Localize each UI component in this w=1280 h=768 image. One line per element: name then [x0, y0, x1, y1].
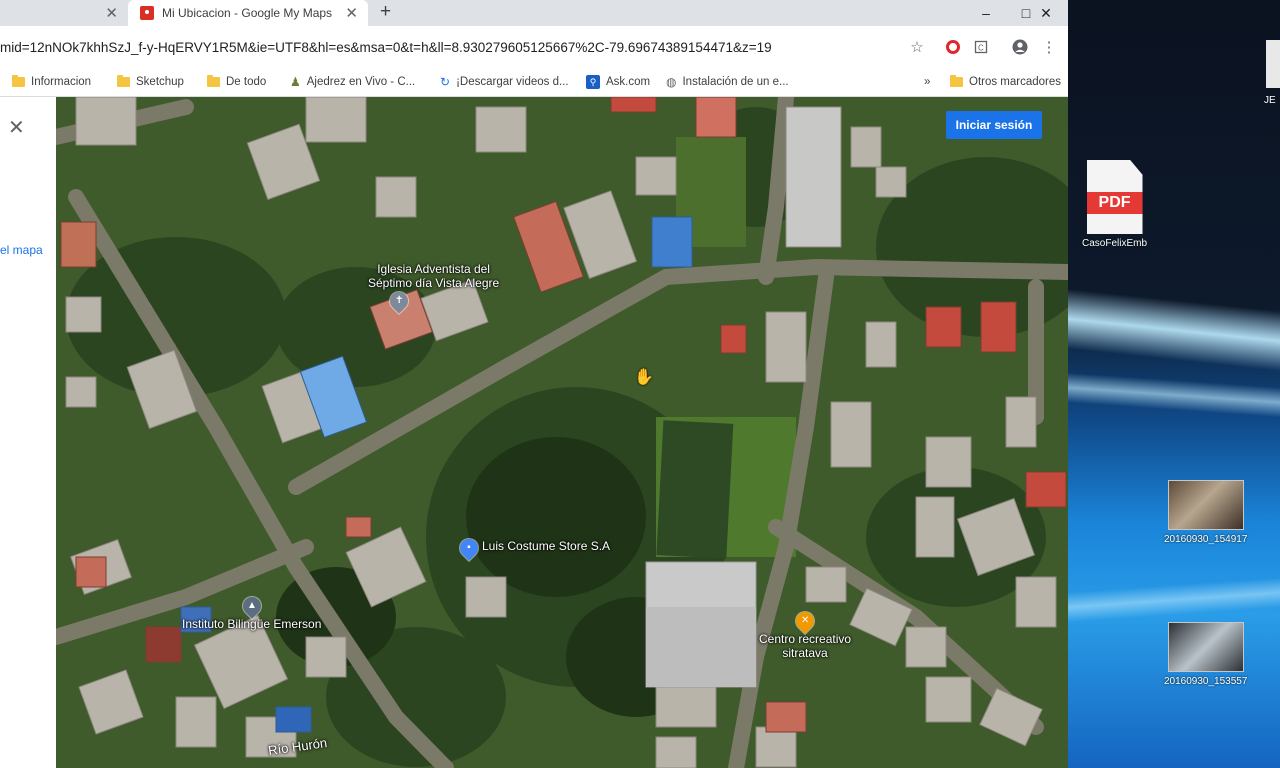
- tab-previous[interactable]: ✕: [0, 0, 128, 26]
- opera-extension-icon[interactable]: [942, 36, 964, 58]
- bookmark-label: Instalación de un e...: [682, 76, 789, 88]
- bookmark-label: ¡Descargar videos d...: [456, 76, 569, 88]
- folder-icon: [12, 75, 25, 87]
- cut-off-desktop-icon[interactable]: [1266, 40, 1280, 88]
- tab-label: Mi Ubicacion - Google My Maps: [162, 6, 333, 20]
- bookmark-ask[interactable]: ⚲ Ask.com: [586, 72, 650, 92]
- bookmark-label: Ask.com: [606, 76, 651, 88]
- bookmark-informacion[interactable]: Informacion: [12, 72, 91, 92]
- close-panel-icon[interactable]: ✕: [8, 115, 25, 140]
- wallpaper-light-beam: [1068, 577, 1280, 623]
- tab-my-maps[interactable]: Mi Ubicacion - Google My Maps ✕: [128, 0, 368, 26]
- search-icon: ⚲: [586, 75, 600, 89]
- bookmark-descargar-videos[interactable]: ↻ ¡Descargar videos d...: [440, 72, 569, 92]
- place-label-line1: Centro recreativo: [759, 632, 852, 646]
- address-bar[interactable]: mid=12nNOk7khhSzJ_f-y-HqERVY1R5M&ie=UTF8…: [0, 32, 900, 62]
- bookmark-ajedrez[interactable]: ♟ Ajedrez en Vivo - C...: [290, 72, 415, 92]
- restaurant-icon: ✕: [792, 608, 818, 634]
- globe-icon: ◍: [666, 75, 677, 89]
- url-text: mid=12nNOk7khhSzJ_f-y-HqERVY1R5M&ie=UTF8…: [0, 39, 772, 55]
- bookmark-instalacion[interactable]: ◍ Instalación de un e...: [666, 72, 789, 92]
- place-centro-recreativo[interactable]: ✕ Centro recreativo sitratava: [759, 608, 851, 660]
- account-icon[interactable]: [1009, 36, 1031, 58]
- bookmark-label: Sketchup: [136, 76, 184, 88]
- svg-text:C: C: [978, 44, 984, 53]
- map-side-panel: ✕ el mapa: [0, 97, 57, 768]
- image-thumbnail-icon: [1167, 480, 1244, 530]
- school-icon: ▲: [238, 593, 265, 619]
- place-label: Luis Costume Store S.A: [482, 539, 611, 553]
- cut-off-desktop-label: JE: [1264, 95, 1276, 106]
- church-icon: ✝: [385, 288, 412, 314]
- bookmark-label: Otros marcadores: [969, 76, 1062, 88]
- minimize-button[interactable]: –: [964, 0, 1008, 26]
- desktop-icon-label: CasoFelixEmb: [1082, 238, 1148, 249]
- bookmarks-bar: Informacion Sketchup De todo ♟ Ajedrez e…: [0, 68, 1068, 97]
- place-label: Centro recreativo sitratava: [759, 632, 851, 660]
- bookmark-de-todo[interactable]: De todo: [207, 72, 266, 92]
- tab-close-icon[interactable]: ✕: [105, 4, 118, 22]
- sign-in-button[interactable]: Iniciar sesión: [946, 111, 1042, 139]
- place-label: Iglesia Adventista del Séptimo día Vista…: [368, 262, 499, 290]
- panel-map-link[interactable]: el mapa: [0, 243, 43, 257]
- folder-icon: [950, 75, 963, 87]
- place-label-line2: Séptimo día Vista Alegre: [368, 276, 500, 290]
- folder-icon: [207, 75, 220, 87]
- place-instituto-bilingue-emerson[interactable]: ▲ Instituto Bilingüe Emerson: [182, 593, 322, 631]
- maps-pin-favicon-icon: [140, 6, 154, 20]
- bookmark-otros-marcadores[interactable]: Otros marcadores: [950, 72, 1061, 92]
- place-label: Instituto Bilingüe Emerson: [182, 617, 322, 631]
- desktop-icon-pdf[interactable]: PDF CasoFelixEmb: [1082, 160, 1147, 249]
- desktop-icon-label: 20160930_153557: [1164, 676, 1248, 687]
- wallpaper-light-beam: [1068, 288, 1280, 372]
- image-thumbnail-icon: [1167, 622, 1244, 672]
- pdf-file-icon: PDF: [1086, 160, 1143, 234]
- place-iglesia-adventista[interactable]: Iglesia Adventista del Séptimo día Vista…: [368, 262, 499, 314]
- hand-cursor-icon: ✋: [634, 369, 654, 386]
- place-label-line1: Iglesia Adventista del: [377, 262, 490, 276]
- wallpaper-light-beam: [1068, 372, 1280, 418]
- refresh-icon: ↻: [440, 75, 451, 89]
- place-luis-costume-store[interactable]: ▪ Luis Costume Store S.A: [456, 535, 611, 561]
- bookmark-label: Ajedrez en Vivo - C...: [306, 76, 416, 88]
- overflow-chevron-icon: »: [924, 76, 931, 88]
- place-label-line2: sitratava: [782, 646, 828, 660]
- browser-window: ✕ Mi Ubicacion - Google My Maps ✕ + – □ …: [0, 0, 1068, 768]
- extension-icon[interactable]: C: [970, 36, 992, 58]
- tab-strip: ✕ Mi Ubicacion - Google My Maps ✕ + – □ …: [0, 0, 1068, 26]
- bookmark-sketchup[interactable]: Sketchup: [117, 72, 184, 92]
- satellite-imagery: [56, 97, 1068, 768]
- close-window-button[interactable]: ✕: [1024, 0, 1068, 26]
- store-icon: ▪: [456, 535, 482, 561]
- chess-icon: ♟: [290, 75, 301, 89]
- folder-icon: [117, 75, 130, 87]
- browser-toolbar: mid=12nNOk7khhSzJ_f-y-HqERVY1R5M&ie=UTF8…: [0, 26, 1068, 68]
- windows-desktop: JE PDF CasoFelixEmb 20160930_154917 2016…: [1068, 0, 1280, 768]
- bookmark-label: Informacion: [31, 76, 92, 88]
- desktop-icon-label: 20160930_154917: [1164, 534, 1248, 545]
- tab-close-icon[interactable]: ✕: [345, 4, 358, 22]
- satellite-map[interactable]: Iniciar sesión Iglesia Adventista del Sé…: [56, 97, 1068, 768]
- desktop-icon-image-2[interactable]: 20160930_153557: [1164, 622, 1247, 687]
- new-tab-button[interactable]: +: [380, 1, 391, 23]
- pdf-badge: PDF: [1086, 192, 1143, 214]
- bookmarks-overflow-button[interactable]: »: [924, 72, 930, 92]
- star-bookmark-icon[interactable]: ☆: [906, 36, 928, 58]
- desktop-icon-image-1[interactable]: 20160930_154917: [1164, 480, 1247, 545]
- menu-kebab-icon[interactable]: ⋮: [1038, 36, 1060, 58]
- bookmark-label: De todo: [226, 76, 267, 88]
